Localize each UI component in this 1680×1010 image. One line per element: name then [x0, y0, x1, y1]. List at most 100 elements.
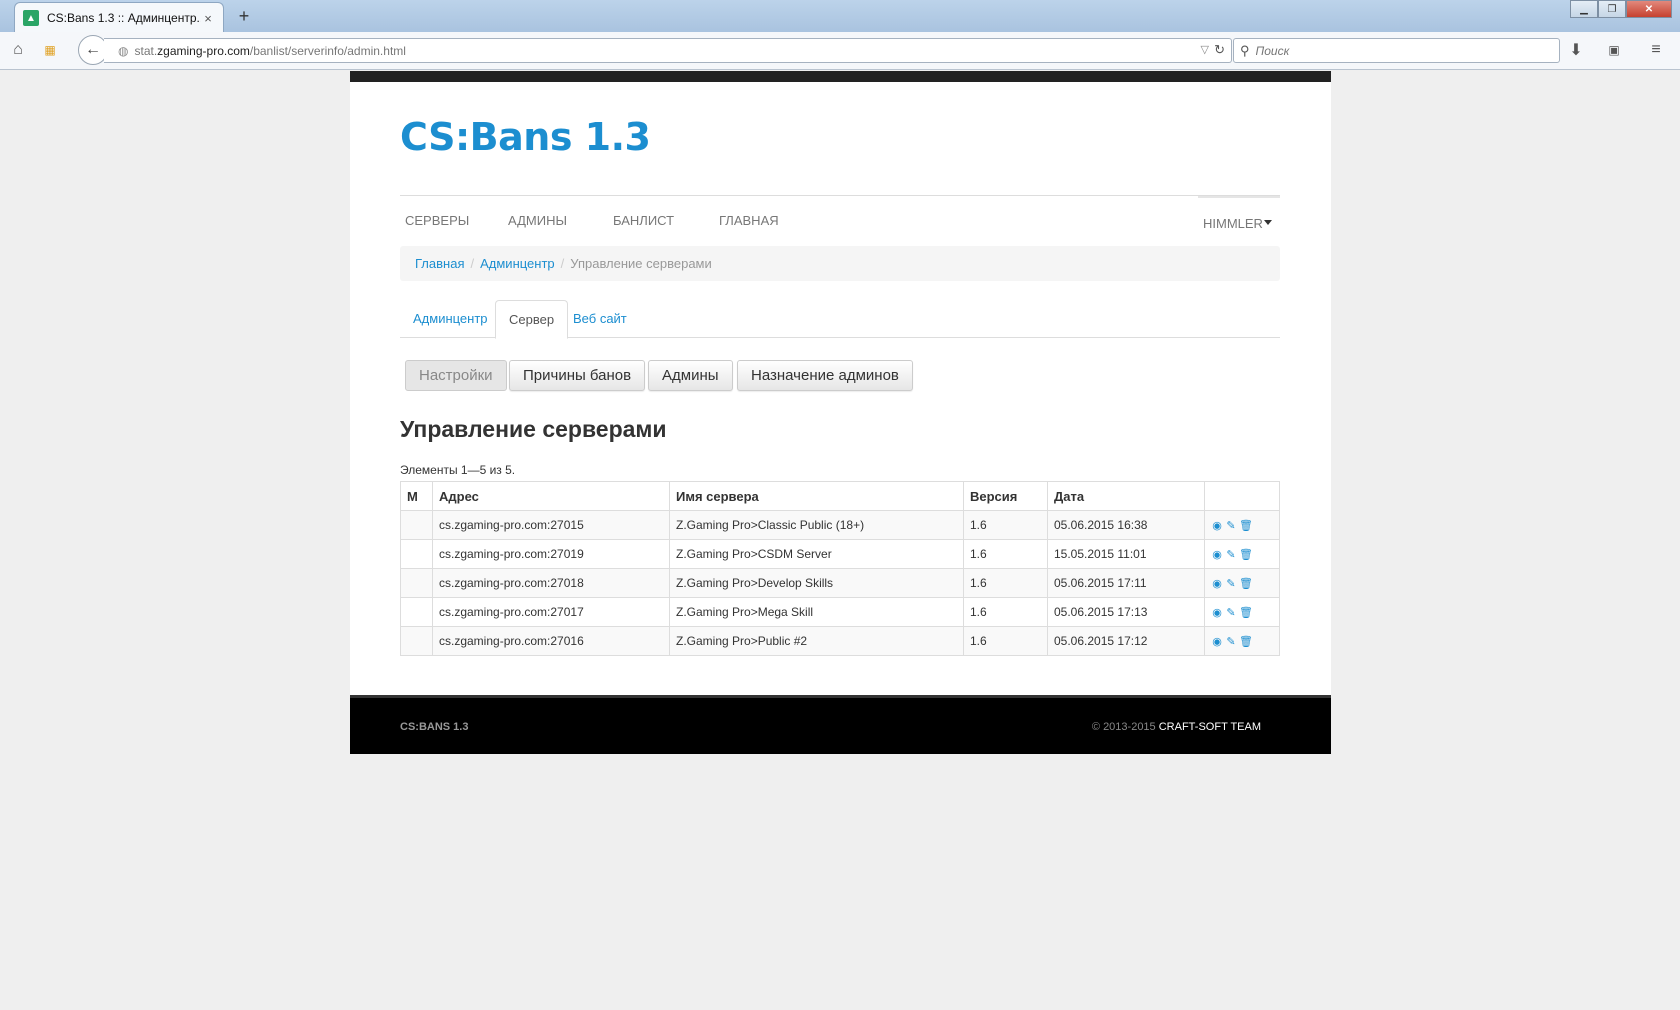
- cell-date: 05.06.2015 17:13: [1047, 597, 1205, 627]
- globe-icon: ◍: [118, 43, 129, 58]
- footer-team-link[interactable]: CRAFT-SOFT TEAM: [1159, 721, 1261, 733]
- col-server-name[interactable]: Имя сервера: [669, 481, 964, 511]
- assign-admins-button[interactable]: Назначение админов: [737, 360, 913, 391]
- breadcrumb-separator: /: [470, 256, 475, 271]
- cell-actions: ◉ ✎ 🗑: [1204, 626, 1280, 656]
- cell-version: 1.6: [963, 539, 1048, 569]
- tab-server[interactable]: Сервер: [495, 300, 569, 339]
- reload-icon[interactable]: ↻: [1214, 42, 1225, 58]
- footer-copyright: © 2013-2015 CRAFT-SOFT TEAM: [1092, 721, 1261, 733]
- col-version[interactable]: Версия: [963, 481, 1048, 511]
- cell-m: [400, 568, 433, 598]
- cell-address: cs.zgaming-pro.com:27018: [432, 568, 670, 598]
- user-menu[interactable]: HIMMLER: [1198, 196, 1280, 247]
- cell-m: [400, 626, 433, 656]
- restore-icon[interactable]: ❐: [1598, 0, 1626, 18]
- eye-icon[interactable]: ◉: [1211, 519, 1223, 532]
- url-dropdown-icon[interactable]: ▽: [1201, 43, 1209, 56]
- settings-button[interactable]: Настройки: [405, 360, 507, 391]
- search-input[interactable]: [1255, 43, 1536, 58]
- cell-version: 1.6: [963, 597, 1048, 627]
- table-row[interactable]: cs.zgaming-pro.com:27017 Z.Gaming Pro>Me…: [400, 597, 1280, 627]
- apps-icon[interactable]: ▦: [40, 40, 60, 60]
- pencil-icon[interactable]: ✎: [1225, 606, 1237, 619]
- cell-m: [400, 539, 433, 569]
- eye-icon[interactable]: ◉: [1211, 577, 1223, 590]
- page-container: CS:Bans 1.3 СЕРВЕРЫ АДМИНЫ БАНЛИСТ ГЛАВН…: [350, 71, 1331, 754]
- arrow-left-icon: ←: [85, 41, 101, 58]
- cell-m: [400, 510, 433, 540]
- cell-actions: ◉ ✎ 🗑: [1204, 539, 1280, 569]
- footer: CS:BANS 1.3 © 2013-2015 CRAFT-SOFT TEAM: [350, 695, 1331, 754]
- cell-server-name: Z.Gaming Pro>Classic Public (18+): [669, 510, 964, 540]
- cell-version: 1.6: [963, 568, 1048, 598]
- pencil-icon[interactable]: ✎: [1225, 548, 1237, 561]
- top-stripe: [350, 71, 1331, 82]
- menu-item-servers[interactable]: СЕРВЕРЫ: [405, 213, 469, 228]
- downloads-icon[interactable]: ⬇: [1566, 40, 1586, 60]
- table-header-row: М Адрес Имя сервера Версия Дата: [400, 481, 1280, 511]
- section-tabs: Админцентр Сервер Веб сайт: [400, 300, 1280, 339]
- servers-table: М Адрес Имя сервера Версия Дата cs.zgami…: [400, 481, 1280, 656]
- col-date[interactable]: Дата: [1047, 481, 1205, 511]
- breadcrumb-current: Управление серверами: [570, 256, 712, 271]
- eye-icon[interactable]: ◉: [1211, 635, 1223, 648]
- cell-date: 05.06.2015 17:12: [1047, 626, 1205, 656]
- pencil-icon[interactable]: ✎: [1225, 519, 1237, 532]
- cell-server-name: Z.Gaming Pro>Develop Skills: [669, 568, 964, 598]
- tab-close-icon[interactable]: ×: [201, 11, 215, 26]
- page-heading: Управление серверами: [400, 416, 667, 442]
- menu-icon[interactable]: ≡: [1646, 40, 1666, 60]
- site-title[interactable]: CS:Bans 1.3: [400, 115, 651, 159]
- tab-website[interactable]: Веб сайт: [560, 300, 640, 338]
- url-domain: zgaming-pro.com: [157, 43, 250, 58]
- new-tab-button[interactable]: +: [234, 6, 254, 27]
- col-address[interactable]: Адрес: [432, 481, 670, 511]
- bookmarks-icon[interactable]: ▣: [1604, 40, 1624, 60]
- table-row[interactable]: cs.zgaming-pro.com:27015 Z.Gaming Pro>Cl…: [400, 510, 1280, 540]
- eye-icon[interactable]: ◉: [1211, 548, 1223, 561]
- home-icon[interactable]: ⌂: [8, 40, 28, 60]
- site-favicon-icon: ▲: [23, 10, 39, 26]
- footer-brand: CS:BANS 1.3: [400, 721, 469, 733]
- tab-title: CS:Bans 1.3 :: Админцентр...: [47, 11, 201, 25]
- cell-server-name: Z.Gaming Pro>Public #2: [669, 626, 964, 656]
- url-path: /banlist/serverinfo/admin.html: [249, 43, 406, 58]
- breadcrumb: Главная / Админцентр / Управление сервер…: [400, 246, 1280, 281]
- table-row[interactable]: cs.zgaming-pro.com:27016 Z.Gaming Pro>Pu…: [400, 626, 1280, 656]
- url-prefix: stat.: [134, 43, 158, 58]
- breadcrumb-admincenter[interactable]: Админцентр: [480, 256, 555, 271]
- eye-icon[interactable]: ◉: [1211, 606, 1223, 619]
- breadcrumb-home[interactable]: Главная: [415, 256, 464, 271]
- browser-tab[interactable]: ▲ CS:Bans 1.3 :: Админцентр... ×: [14, 2, 224, 33]
- cell-actions: ◉ ✎ 🗑: [1204, 597, 1280, 627]
- tab-admincenter[interactable]: Админцентр: [400, 300, 501, 338]
- col-m[interactable]: М: [400, 481, 433, 511]
- url-bar[interactable]: ◍ stat.zgaming-pro.com/banlist/serverinf…: [104, 38, 1232, 63]
- close-window-icon[interactable]: ✕: [1626, 0, 1672, 18]
- search-bar[interactable]: ⚲: [1233, 38, 1560, 63]
- minimize-icon[interactable]: ▁: [1570, 0, 1598, 18]
- cell-version: 1.6: [963, 510, 1048, 540]
- menu-item-banlist[interactable]: БАНЛИСТ: [613, 213, 674, 228]
- pencil-icon[interactable]: ✎: [1225, 635, 1237, 648]
- cell-server-name: Z.Gaming Pro>CSDM Server: [669, 539, 964, 569]
- user-name: HIMMLER: [1203, 216, 1263, 231]
- trash-icon[interactable]: 🗑: [1239, 548, 1253, 561]
- items-summary: Элементы 1—5 из 5.: [400, 463, 516, 477]
- cell-date: 05.06.2015 16:38: [1047, 510, 1205, 540]
- breadcrumb-separator: /: [560, 256, 565, 271]
- admins-button[interactable]: Админы: [648, 360, 733, 391]
- menu-item-admins[interactable]: АДМИНЫ: [508, 213, 567, 228]
- pencil-icon[interactable]: ✎: [1225, 577, 1237, 590]
- menu-item-home[interactable]: ГЛАВНАЯ: [719, 213, 779, 228]
- trash-icon[interactable]: 🗑: [1239, 519, 1253, 532]
- trash-icon[interactable]: 🗑: [1239, 577, 1253, 590]
- table-row[interactable]: cs.zgaming-pro.com:27018 Z.Gaming Pro>De…: [400, 568, 1280, 598]
- cell-version: 1.6: [963, 626, 1048, 656]
- ban-reasons-button[interactable]: Причины банов: [509, 360, 646, 391]
- cell-address: cs.zgaming-pro.com:27019: [432, 539, 670, 569]
- trash-icon[interactable]: 🗑: [1239, 635, 1253, 648]
- trash-icon[interactable]: 🗑: [1239, 606, 1253, 619]
- table-row[interactable]: cs.zgaming-pro.com:27019 Z.Gaming Pro>CS…: [400, 539, 1280, 569]
